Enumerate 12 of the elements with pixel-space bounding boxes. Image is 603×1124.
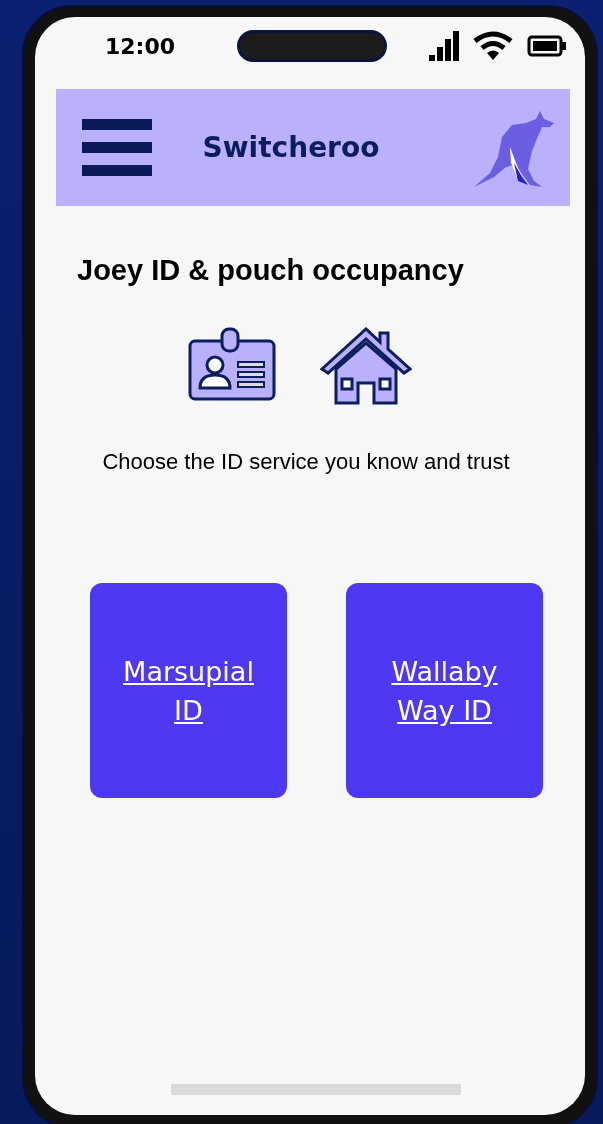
id-card-icon: [188, 327, 276, 401]
wifi-icon: [473, 31, 513, 61]
signal-icon: [429, 31, 459, 61]
page-heading: Joey ID & pouch occupancy: [77, 254, 465, 287]
battery-icon: [527, 35, 567, 57]
menu-icon[interactable]: [82, 119, 152, 176]
status-time: 12:00: [105, 33, 177, 59]
app-title: Switcheroo: [201, 131, 381, 164]
service-button[interactable]: Marsupial ID: [90, 583, 287, 798]
instruction-text: Choose the ID service you know and trust: [101, 449, 511, 475]
service-button[interactable]: Wallaby Way ID: [346, 583, 543, 798]
house-icon: [320, 327, 412, 405]
